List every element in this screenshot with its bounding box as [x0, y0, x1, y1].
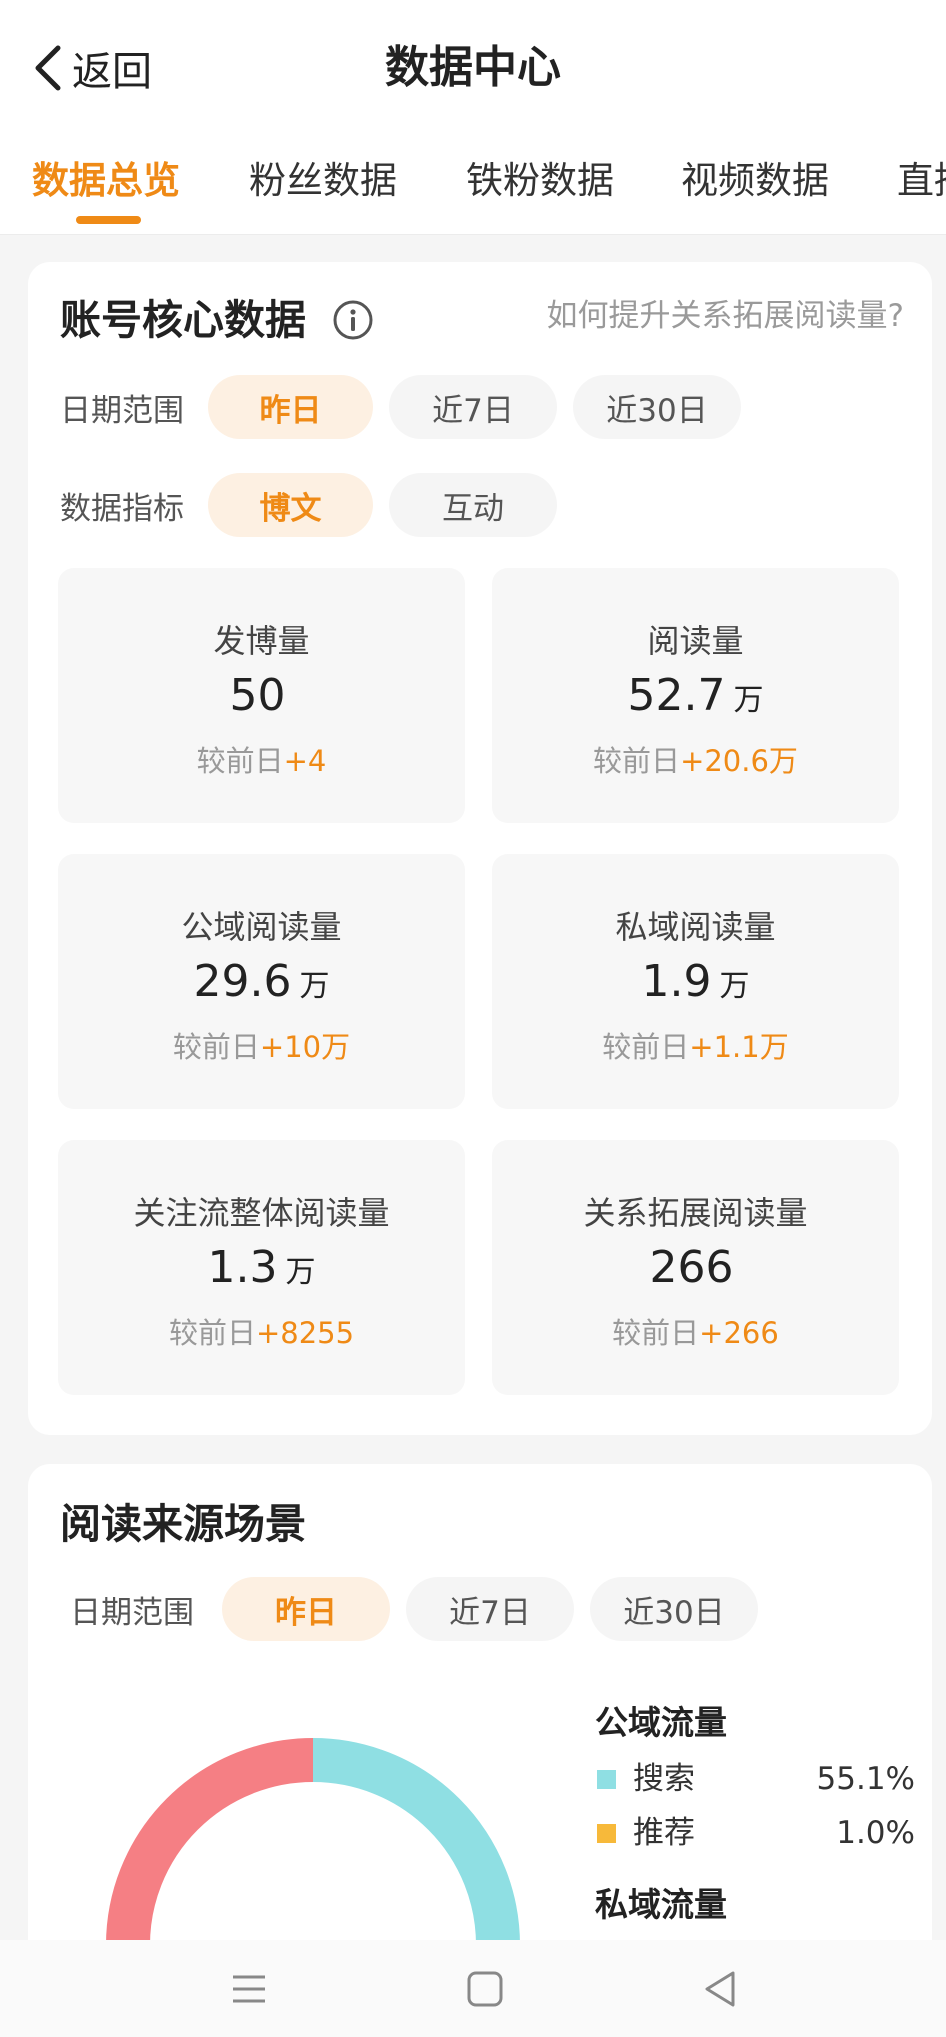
top-header: 返回 数据中心 数据总览 粉丝数据 铁粉数据 视频数据 直播 [0, 0, 946, 235]
back-triangle-icon[interactable] [695, 1964, 745, 2014]
legend-public-title: 公域流量 [595, 1703, 727, 1742]
source-date-option-yesterday[interactable]: 昨日 [222, 1577, 390, 1641]
metric-card-reads[interactable]: 阅读量 52.7 万 较前日+20.6万 [492, 568, 899, 823]
tab-fans[interactable]: 粉丝数据 [249, 156, 397, 206]
date-range-label: 日期范围 [60, 392, 184, 429]
metric-label: 公域阅读量 [181, 908, 342, 946]
core-data-title: 账号核心数据 [60, 296, 306, 344]
tab-video[interactable]: 视频数据 [681, 156, 829, 206]
metric-label: 关系拓展阅读量 [583, 1194, 808, 1232]
metric-delta: 较前日+8255 [168, 1316, 355, 1350]
metric-card-follow-feed-reads[interactable]: 关注流整体阅读量 1.3 万 较前日+8255 [58, 1140, 465, 1395]
metric-card-private-reads[interactable]: 私域阅读量 1.9 万 较前日+1.1万 [492, 854, 899, 1109]
legend-item-recommend: 推荐 1.0% [595, 1806, 915, 1860]
legend-private-title: 私域流量 [595, 1885, 727, 1924]
metric-value: 266 [649, 1242, 734, 1293]
source-date-option-7d[interactable]: 近7日 [406, 1577, 574, 1641]
metric-option-interaction[interactable]: 互动 [389, 473, 557, 537]
core-data-card: 账号核心数据 如何提升关系拓展阅读量? 日期范围 昨日 近7日 近30日 数据指… [28, 262, 932, 1435]
metric-delta: 较前日+10万 [172, 1030, 351, 1064]
date-option-7d[interactable]: 近7日 [389, 375, 557, 439]
metric-label: 阅读量 [647, 622, 744, 660]
source-date-option-30d[interactable]: 近30日 [590, 1577, 758, 1641]
metric-delta: 较前日+1.1万 [602, 1030, 789, 1064]
metric-type-filter: 数据指标 博文 互动 [60, 472, 573, 538]
source-date-range-filter: 日期范围 昨日 近7日 近30日 [70, 1576, 774, 1642]
tab-bar: 数据总览 粉丝数据 铁粉数据 视频数据 直播 [0, 140, 946, 235]
page-title: 数据中心 [385, 42, 561, 93]
home-icon[interactable] [460, 1964, 510, 2014]
date-range-filter: 日期范围 昨日 近7日 近30日 [60, 374, 757, 440]
metric-card-relation-reads[interactable]: 关系拓展阅读量 266 较前日+266 [492, 1140, 899, 1395]
tab-iron-fans[interactable]: 铁粉数据 [466, 156, 614, 206]
date-option-yesterday[interactable]: 昨日 [208, 375, 373, 439]
system-nav-bar [0, 1940, 946, 2037]
metric-card-posts[interactable]: 发博量 50 较前日+4 [58, 568, 465, 823]
metric-value: 50 [229, 670, 286, 721]
tab-live[interactable]: 直播 [897, 156, 946, 206]
metric-option-posts[interactable]: 博文 [208, 473, 373, 537]
metric-value: 1.9 万 [641, 956, 750, 1007]
metric-value: 52.7 万 [627, 670, 764, 721]
tab-overview[interactable]: 数据总览 [32, 156, 180, 206]
metric-label: 私域阅读量 [615, 908, 776, 946]
metric-value: 29.6 万 [193, 956, 330, 1007]
legend-swatch-search [597, 1770, 616, 1789]
metric-card-public-reads[interactable]: 公域阅读量 29.6 万 较前日+10万 [58, 854, 465, 1109]
date-option-30d[interactable]: 近30日 [573, 375, 741, 439]
tab-active-indicator [76, 216, 141, 224]
read-source-legend: 公域流量 搜索 55.1% 推荐 1.0% 私域流量 [595, 1700, 915, 1928]
metric-type-label: 数据指标 [60, 490, 184, 527]
legend-item-search: 搜索 55.1% [595, 1752, 915, 1806]
metric-label: 发博量 [213, 622, 310, 660]
legend-swatch-recommend [597, 1824, 616, 1843]
metric-value: 1.3 万 [207, 1242, 316, 1293]
donut-segment-right [312, 1738, 520, 1946]
metric-delta: 较前日+4 [196, 744, 327, 778]
donut-segment-left [106, 1738, 314, 1946]
metric-label: 关注流整体阅读量 [133, 1194, 390, 1232]
metric-delta: 较前日+266 [612, 1316, 779, 1350]
help-link[interactable]: 如何提升关系拓展阅读量? [547, 296, 904, 336]
source-date-range-label: 日期范围 [70, 1594, 194, 1631]
info-icon[interactable] [332, 299, 374, 341]
data-center-page: 返回 数据中心 数据总览 粉丝数据 铁粉数据 视频数据 直播 账号核心数据 如何… [0, 0, 946, 2037]
menu-icon[interactable] [224, 1964, 274, 2014]
metric-delta: 较前日+20.6万 [593, 744, 798, 778]
read-source-title: 阅读来源场景 [60, 1500, 306, 1548]
